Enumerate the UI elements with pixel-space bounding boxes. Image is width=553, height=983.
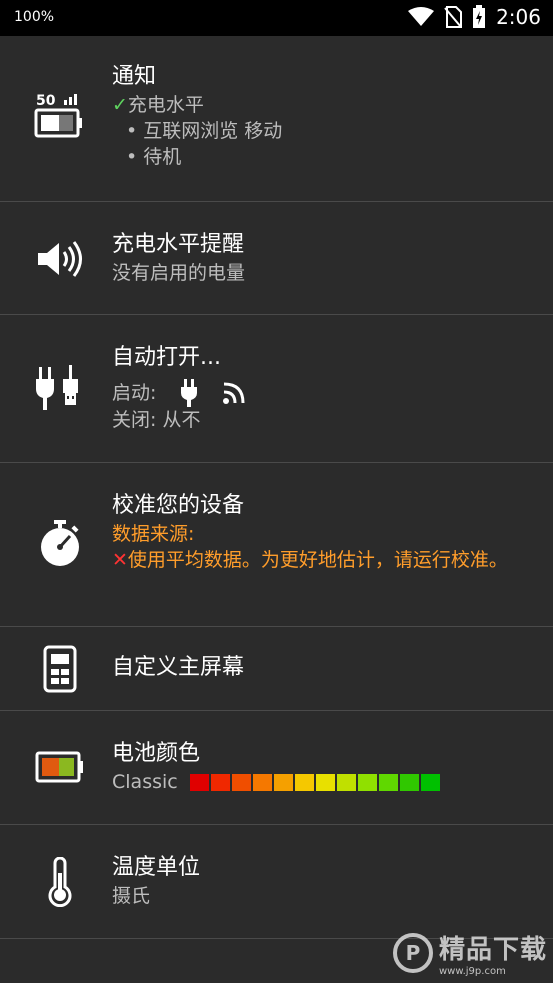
- color-swatch: [420, 773, 440, 791]
- watermark-brand: 精品下载: [438, 935, 547, 965]
- watermark-logo-icon: P: [392, 933, 433, 973]
- cross-icon: ✕: [112, 549, 128, 571]
- color-swatch: [336, 773, 356, 791]
- color-swatch: [378, 773, 398, 791]
- auto-open-title: 自动打开...: [112, 345, 221, 370]
- close-label: 关闭: 从不: [112, 409, 201, 431]
- battery-color-title: 电池颜色: [112, 741, 201, 766]
- color-swatch: [294, 773, 314, 791]
- color-swatch: [399, 773, 419, 791]
- temperature-unit-title: 温度单位: [112, 855, 201, 880]
- color-swatch: [231, 773, 251, 791]
- thermometer-icon: [34, 857, 86, 907]
- wifi-icon: [408, 7, 435, 26]
- temperature-unit-value: 摄氏: [112, 885, 151, 907]
- stopwatch-icon: [34, 519, 86, 567]
- battery-charging-icon: [473, 5, 486, 28]
- no-sim-icon: [444, 6, 463, 28]
- notification-line-1: 充电水平: [127, 94, 204, 116]
- status-icons: 2:06: [408, 5, 541, 29]
- plug-usb-icon: [34, 363, 86, 413]
- phone-widget-icon: [34, 645, 86, 693]
- setting-battery-color[interactable]: 电池颜色 Classic: [0, 711, 553, 825]
- color-swatch: [189, 773, 209, 791]
- notification-line-2: • 互联网浏览 移动: [126, 120, 283, 142]
- speaker-icon: [34, 240, 86, 278]
- status-bar: 100% 2:06: [0, 0, 553, 36]
- color-swatch: [210, 773, 230, 791]
- setting-charge-reminder[interactable]: 充电水平提醒 没有启用的电量: [0, 202, 553, 315]
- color-swatch: [315, 773, 335, 791]
- charge-reminder-sub: 没有启用的电量: [112, 262, 246, 284]
- plug-icon: [181, 379, 198, 407]
- color-swatch: [252, 773, 272, 791]
- setting-home-screen[interactable]: 自定义主屏幕: [0, 627, 553, 711]
- wifi-source-icon: [223, 382, 245, 404]
- battery-color-icon: [34, 751, 86, 785]
- notification-line-3: • 待机: [126, 146, 182, 168]
- svg-text:50: 50: [36, 93, 56, 109]
- clock: 2:06: [496, 5, 541, 29]
- notification-title: 通知: [112, 64, 157, 89]
- data-source-label: 数据来源:: [112, 523, 195, 545]
- color-swatch: [273, 773, 293, 791]
- setting-temperature-unit[interactable]: 温度单位 摄氏: [0, 825, 553, 939]
- data-source-text: 使用平均数据。为更好地估计，请运行校准。: [127, 549, 508, 571]
- color-palette: [189, 773, 440, 791]
- home-screen-title: 自定义主屏幕: [112, 655, 245, 680]
- battery-notification-icon: 50: [34, 92, 86, 140]
- setting-notification[interactable]: 50 通知 ✓充电水平 • 互联网浏览 移动 • 待机: [0, 36, 553, 202]
- color-swatch: [357, 773, 377, 791]
- setting-calibrate[interactable]: 校准您的设备 数据来源: ✕使用平均数据。为更好地估计，请运行校准。: [0, 463, 553, 627]
- setting-auto-open[interactable]: 自动打开... 启动: 关闭: 从不: [0, 315, 553, 463]
- battery-color-value: Classic: [112, 771, 178, 793]
- charge-reminder-title: 充电水平提醒: [112, 232, 245, 257]
- start-label: 启动:: [112, 382, 157, 404]
- watermark-site: www.j9p.com: [438, 966, 506, 977]
- watermark: P 精品下载 www.j9p.com: [392, 929, 547, 977]
- battery-percent: 100%: [14, 9, 55, 25]
- calibrate-title: 校准您的设备: [112, 493, 245, 518]
- settings-list: 50 通知 ✓充电水平 • 互联网浏览 移动 • 待机 充电水平提醒 没有启用的…: [0, 36, 553, 939]
- check-icon: ✓: [112, 94, 128, 116]
